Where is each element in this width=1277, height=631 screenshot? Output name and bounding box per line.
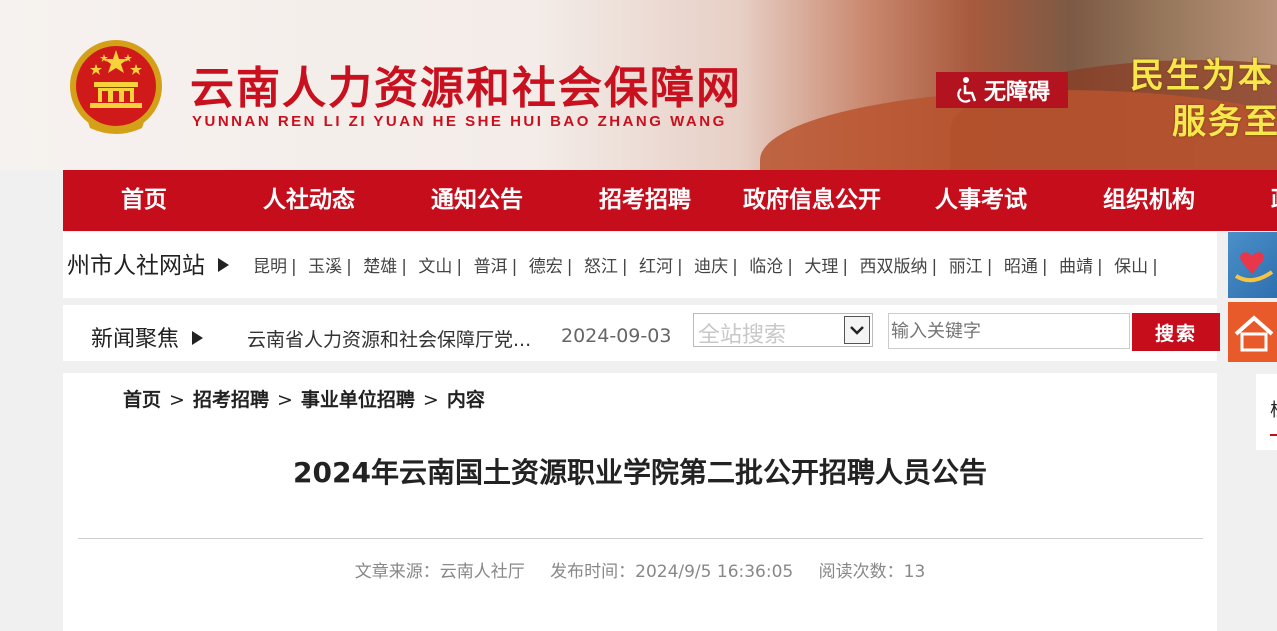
city-link[interactable]: 昆明 xyxy=(253,257,287,277)
nav-item-more[interactable]: 政 xyxy=(1271,170,1277,231)
separator: | xyxy=(401,257,408,277)
city-link[interactable]: 红河 xyxy=(639,257,673,277)
breadcrumb-current: 内容 xyxy=(446,389,485,411)
separator: | xyxy=(456,257,463,277)
separator: | xyxy=(986,257,993,277)
accessibility-button[interactable]: 无障碍 xyxy=(936,72,1068,108)
city-link[interactable]: 怒江 xyxy=(584,257,618,277)
city-link[interactable]: 丽江 xyxy=(949,257,983,277)
breadcrumb-separator: > xyxy=(422,389,439,411)
publish-label: 发布时间： xyxy=(550,562,636,582)
separator: | xyxy=(511,257,518,277)
separator: | xyxy=(1152,257,1158,277)
city-sites-label: 州市人社网站 xyxy=(67,246,230,280)
breadcrumb-separator: > xyxy=(169,389,185,411)
city-list: 昆明 | 玉溪 | 楚雄 | 文山 | 普洱 | 德宏 | 怒江 | 红河 | 迪庆 | 临沧 | … xyxy=(253,252,1164,277)
source-label: 文章来源： xyxy=(354,562,440,582)
wheelchair-icon xyxy=(957,77,977,103)
slogan-line1: 民生为本 xyxy=(1130,56,1274,96)
triangle-right-icon xyxy=(218,258,230,272)
city-link[interactable]: 德宏 xyxy=(529,257,563,277)
heart-logo-icon xyxy=(1234,252,1274,283)
triangle-right-icon xyxy=(192,331,204,345)
article-views: 阅读次数：13 xyxy=(819,562,926,582)
city-link[interactable]: 临沧 xyxy=(749,257,783,277)
views-label: 阅读次数： xyxy=(818,562,904,582)
city-link[interactable]: 普洱 xyxy=(474,257,508,277)
search-scope-select[interactable]: 全站搜索 xyxy=(693,313,873,348)
nav-item-news[interactable]: 人社动态 xyxy=(263,170,355,231)
side-panel-underline xyxy=(1270,434,1277,436)
side-banner-image[interactable] xyxy=(1228,232,1277,298)
city-link[interactable]: 楚雄 xyxy=(363,257,397,277)
nav-item-recruitment[interactable]: 招考招聘 xyxy=(599,170,691,231)
article-title: 2024年云南国土资源职业学院第二批公开招聘人员公告 xyxy=(293,456,987,489)
side-panel: 栏 xyxy=(1256,374,1277,450)
breadcrumb-recruitment[interactable]: 招考招聘 xyxy=(193,389,269,411)
article-meta: 文章来源：云南人社厅 发布时间：2024/9/5 16:36:05 阅读次数：1… xyxy=(63,557,1217,582)
article-source: 文章来源：云南人社厅 xyxy=(355,562,525,582)
separator: | xyxy=(621,257,628,277)
separator: | xyxy=(732,257,738,277)
search-input[interactable] xyxy=(888,313,1130,349)
separator: | xyxy=(1041,257,1048,277)
nav-item-home[interactable]: 首页 xyxy=(121,170,167,231)
nav-item-notices[interactable]: 通知公告 xyxy=(431,170,523,231)
national-emblem-icon[interactable] xyxy=(66,36,166,141)
separator: | xyxy=(1096,257,1103,277)
site-pinyin: YUNNAN REN LI ZI YUAN HE SHE HUI BAO ZHA… xyxy=(192,113,727,130)
nav-item-exams[interactable]: 人事考试 xyxy=(935,170,1027,231)
city-link[interactable]: 文山 xyxy=(418,257,452,277)
side-panel-text: 栏 xyxy=(1270,396,1277,422)
news-date: 2024-09-03 xyxy=(561,325,672,347)
breadcrumb-institution-recruitment[interactable]: 事业单位招聘 xyxy=(301,389,415,411)
city-link[interactable]: 玉溪 xyxy=(308,257,342,277)
publish-value: 2024/9/5 16:36:05 xyxy=(635,562,794,582)
separator: | xyxy=(676,257,683,277)
source-value: 云南人社厅 xyxy=(439,562,525,582)
separator: | xyxy=(787,257,793,277)
city-link[interactable]: 大理 xyxy=(804,257,838,277)
house-logo-icon xyxy=(1234,315,1274,352)
separator: | xyxy=(931,257,938,277)
city-sites-bar: 州市人社网站 昆明 | 玉溪 | 楚雄 | 文山 | 普洱 | 德宏 | 怒江 | 红河 | 迪… xyxy=(63,232,1217,298)
side-banner-image[interactable] xyxy=(1228,302,1277,362)
divider xyxy=(78,538,1203,539)
nav-item-organization[interactable]: 组织机构 xyxy=(1103,170,1195,231)
main-nav: 首页 人社动态 通知公告 招考招聘 政府信息公开 人事考试 组织机构 政 xyxy=(63,170,1277,231)
site-title[interactable]: 云南人力资源和社会保障网 xyxy=(190,52,742,116)
city-link[interactable]: 迪庆 xyxy=(694,257,728,277)
city-sites-label-text: 州市人社网站 xyxy=(67,253,205,279)
chevron-down-icon[interactable] xyxy=(844,316,870,344)
article-publish-time: 发布时间：2024/9/5 16:36:05 xyxy=(550,562,793,582)
city-link[interactable]: 西双版纳 xyxy=(860,257,928,277)
breadcrumb-separator: > xyxy=(276,389,293,411)
city-link[interactable]: 保山 xyxy=(1114,257,1148,277)
separator: | xyxy=(842,257,849,277)
nav-item-gov-info[interactable]: 政府信息公开 xyxy=(743,170,881,231)
search-button[interactable]: 搜索 xyxy=(1132,313,1220,351)
separator: | xyxy=(566,257,573,277)
news-label: 新闻聚焦 xyxy=(91,321,204,353)
city-link[interactable]: 昭通 xyxy=(1004,257,1038,277)
views-value: 13 xyxy=(903,562,926,582)
separator: | xyxy=(346,257,352,277)
news-search-bar: 新闻聚焦 云南省人力资源和社会保障厅党... 2024-09-03 全站搜索 搜… xyxy=(63,305,1220,361)
search-scope-value: 全站搜索 xyxy=(698,323,787,348)
news-label-text: 新闻聚焦 xyxy=(91,327,180,352)
breadcrumb-home[interactable]: 首页 xyxy=(123,389,161,411)
accessibility-label: 无障碍 xyxy=(983,80,1050,105)
slogan-line2: 服务至 xyxy=(1172,102,1277,142)
separator: | xyxy=(291,257,297,277)
news-headline-link[interactable]: 云南省人力资源和社会保障厅党... xyxy=(247,325,531,352)
article-container: 首页 > 招考招聘 > 事业单位招聘 > 内容 2024年云南国土资源职业学院第二批公开招聘… xyxy=(63,373,1217,631)
site-header: 云南人力资源和社会保障网 YUNNAN REN LI ZI YUAN HE SH… xyxy=(0,0,1277,170)
city-link[interactable]: 曲靖 xyxy=(1059,257,1093,277)
breadcrumb: 首页 > 招考招聘 > 事业单位招聘 > 内容 xyxy=(123,385,485,412)
